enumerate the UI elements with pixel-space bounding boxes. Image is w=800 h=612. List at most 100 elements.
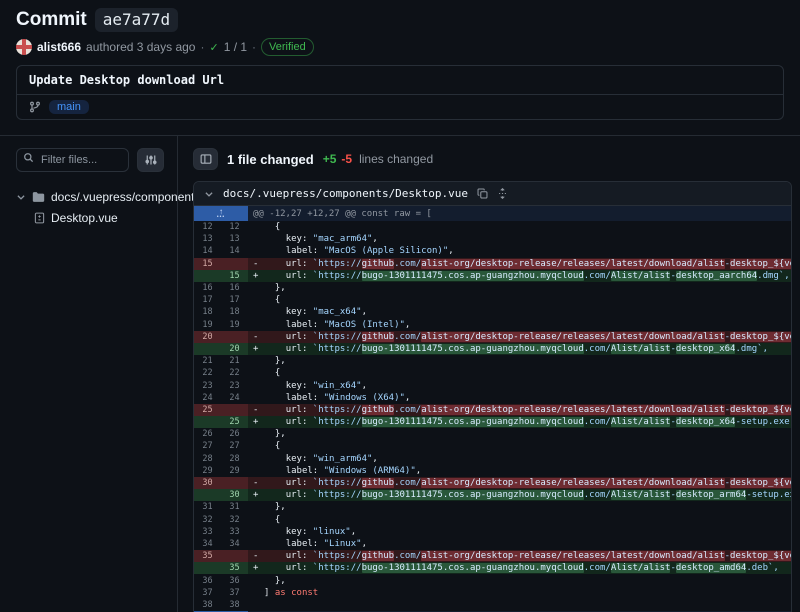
line-number-new[interactable]: 29 [221,465,248,477]
diff-sign [253,381,264,391]
author-name[interactable]: alist666 [37,40,81,54]
line-number-new[interactable] [221,404,248,416]
line-number-new[interactable]: 36 [221,574,248,586]
diff-line-row: 1616 }, [194,282,791,294]
line-number-old[interactable]: 23 [194,379,221,391]
diff-line-row: 1313 key: "mac_arm64", [194,233,791,245]
branch-name-chip[interactable]: main [49,100,89,114]
line-number-new[interactable]: 21 [221,355,248,367]
line-number-old[interactable]: 24 [194,392,221,404]
line-number-new[interactable]: 35 [221,562,248,574]
line-number-old[interactable] [194,562,221,574]
line-number-old[interactable]: 17 [194,294,221,306]
line-number-old[interactable]: 34 [194,538,221,550]
code-segment: }, [264,576,286,586]
line-number-new[interactable]: 22 [221,367,248,379]
line-number-new[interactable]: 15 [221,270,248,282]
line-number-old[interactable]: 25 [194,404,221,416]
line-number-new[interactable]: 20 [221,343,248,355]
line-number-new[interactable]: 18 [221,306,248,318]
toggle-file-tree-button[interactable] [193,148,218,170]
diff-sign: - [253,551,264,561]
line-number-new[interactable]: 14 [221,245,248,257]
collapse-file-chevron-icon[interactable] [204,189,214,199]
expand-up-button[interactable]: ↑••• [194,206,248,221]
diff-line-row: 25+ url: `https://bugo-1301111475.cos.ap… [194,416,791,428]
line-number-old[interactable] [194,489,221,501]
code-segment: .com/ [394,551,421,561]
line-number-old[interactable]: 18 [194,306,221,318]
line-number-new[interactable]: 38 [221,599,248,611]
line-number-new[interactable]: 12 [221,221,248,233]
line-number-old[interactable] [194,270,221,282]
line-number-old[interactable]: 29 [194,465,221,477]
code-segment: }, [264,283,286,293]
verified-badge[interactable]: Verified [261,38,314,56]
line-number-old[interactable]: 36 [194,574,221,586]
line-number-old[interactable]: 12 [194,221,221,233]
line-number-old[interactable]: 37 [194,587,221,599]
line-number-new[interactable]: 17 [221,294,248,306]
file-filter-options-button[interactable] [137,148,164,172]
code-cell: { [248,367,791,379]
code-cell: ] as const [248,587,791,599]
diff-sign [253,368,264,378]
code-segment: .dmg`, [757,271,790,281]
line-number-old[interactable]: 14 [194,245,221,257]
line-number-new[interactable]: 27 [221,440,248,452]
line-number-old[interactable]: 16 [194,282,221,294]
line-number-new[interactable]: 30 [221,489,248,501]
line-number-new[interactable]: 19 [221,319,248,331]
line-number-old[interactable]: 21 [194,355,221,367]
line-number-old[interactable]: 13 [194,233,221,245]
line-number-new[interactable]: 23 [221,379,248,391]
line-number-new[interactable] [221,550,248,562]
line-number-new[interactable]: 33 [221,526,248,538]
code-segment: desktop_arm64 [676,490,746,500]
line-number-new[interactable] [221,477,248,489]
line-number-old[interactable]: 28 [194,453,221,465]
line-number-old[interactable]: 15 [194,258,221,270]
file-path[interactable]: docs/.vuepress/components/Desktop.vue [223,187,468,200]
line-number-new[interactable]: 28 [221,453,248,465]
checks-count[interactable]: 1 / 1 [224,40,247,54]
copy-path-icon[interactable] [477,188,488,199]
line-number-old[interactable]: 31 [194,501,221,513]
line-number-old[interactable]: 35 [194,550,221,562]
line-number-new[interactable]: 13 [221,233,248,245]
tree-folder-row[interactable]: docs/.vuepress/components [16,186,164,207]
page-title: Commit [16,8,87,32]
diff-line-row: 35- url: `https://github.com/alist-org/d… [194,550,791,562]
line-number-new[interactable]: 26 [221,428,248,440]
line-number-old[interactable]: 19 [194,319,221,331]
line-number-old[interactable]: 22 [194,367,221,379]
line-number-old[interactable] [194,343,221,355]
line-number-new[interactable] [221,258,248,270]
line-number-old[interactable]: 26 [194,428,221,440]
line-number-old[interactable]: 20 [194,331,221,343]
line-number-new[interactable]: 37 [221,587,248,599]
line-number-old[interactable]: 32 [194,514,221,526]
code-segment: , [351,527,356,537]
line-number-old[interactable]: 27 [194,440,221,452]
line-number-new[interactable]: 16 [221,282,248,294]
file-diff-header: docs/.vuepress/components/Desktop.vue [194,182,791,206]
line-number-new[interactable]: 32 [221,514,248,526]
line-number-old[interactable] [194,416,221,428]
line-number-new[interactable]: 25 [221,416,248,428]
line-number-old[interactable]: 30 [194,477,221,489]
expand-gutter[interactable]: ↑••• [194,206,248,221]
line-number-old[interactable]: 33 [194,526,221,538]
line-number-old[interactable]: 38 [194,599,221,611]
line-number-new[interactable] [221,331,248,343]
code-segment: { [264,295,280,305]
lines-changed-label: lines changed [359,152,433,166]
line-number-new[interactable]: 31 [221,501,248,513]
expand-all-icon[interactable] [497,188,508,199]
line-number-new[interactable]: 34 [221,538,248,550]
code-segment: `https:// [313,551,362,561]
line-number-new[interactable]: 24 [221,392,248,404]
avatar[interactable] [16,39,32,55]
tree-file-row[interactable]: Desktop.vue [16,207,164,228]
diff-line-row: 15+ url: `https://bugo-1301111475.cos.ap… [194,270,791,282]
